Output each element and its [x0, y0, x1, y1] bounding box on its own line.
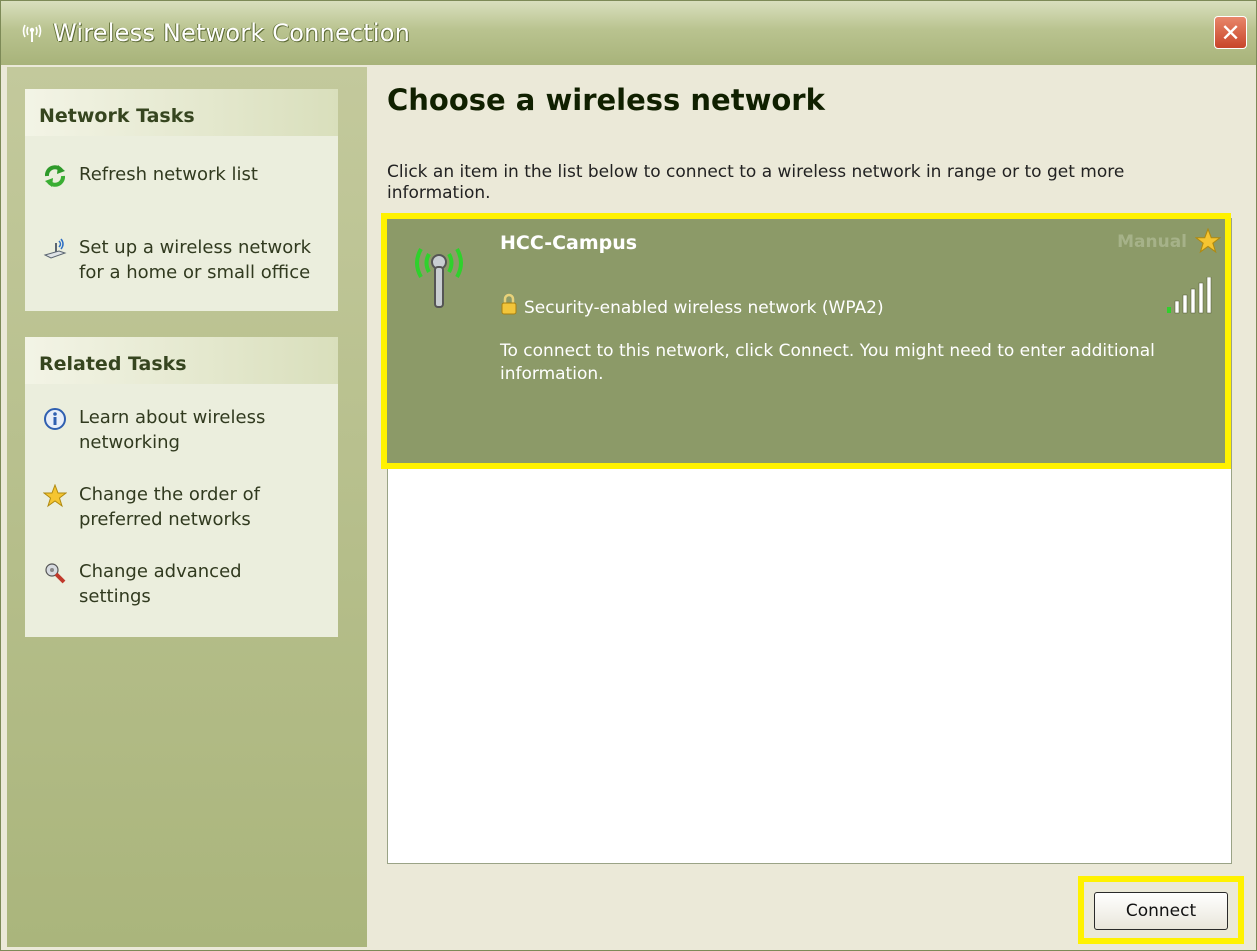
- learn-about-wireless-label: Learn about wireless networking: [79, 407, 266, 453]
- star-icon: [43, 484, 67, 508]
- learn-about-wireless-link[interactable]: Learn about wireless networking: [43, 405, 319, 455]
- wireless-icon: [22, 24, 42, 42]
- network-description: To connect to this network, click Connec…: [500, 341, 1155, 384]
- lock-icon: [501, 293, 517, 315]
- signal-bar: [1174, 300, 1180, 314]
- signal-bar: [1198, 282, 1204, 314]
- close-button[interactable]: ✕: [1214, 16, 1247, 49]
- info-icon: [44, 408, 66, 430]
- setup-wireless-network-label: Set up a wireless network for a home or …: [79, 237, 312, 283]
- signal-dot: [1167, 307, 1171, 313]
- setup-wireless-network-link[interactable]: Set up a wireless network for a home or …: [43, 235, 319, 285]
- related-tasks-panel: Related Tasks Learn about wireless netwo…: [25, 337, 338, 637]
- window-title: Wireless Network Connection: [53, 19, 411, 47]
- wireless-network-connection-window: Wireless Network Connection ✕ Network Ta…: [0, 0, 1257, 951]
- setup-network-icon: [43, 238, 67, 259]
- network-mode: Manual: [1117, 232, 1187, 252]
- network-list-item[interactable]: HCC-Campus Manual Security-enabled wirel…: [381, 213, 1231, 469]
- refresh-network-list-label: Refresh network list: [79, 164, 258, 185]
- network-tasks-header: Network Tasks: [25, 89, 338, 136]
- title-bar[interactable]: Wireless Network Connection ✕: [1, 1, 1256, 65]
- settings-icon: [45, 563, 66, 584]
- signal-bar: [1206, 277, 1212, 314]
- change-advanced-settings-link[interactable]: Change advanced settings: [43, 559, 319, 609]
- instructions-text: Click an item in the list below to conne…: [387, 162, 1125, 203]
- refresh-network-list-link[interactable]: Refresh network list: [43, 162, 258, 188]
- related-tasks-header: Related Tasks: [25, 337, 338, 384]
- wireless-antenna-icon: [415, 248, 463, 308]
- signal-bar: [1182, 294, 1188, 314]
- close-icon: ✕: [1220, 18, 1241, 47]
- signal-strength-icon: [1167, 277, 1212, 314]
- refresh-icon: [45, 165, 65, 187]
- connect-button[interactable]: Connect: [1094, 892, 1228, 930]
- change-network-order-link[interactable]: Change the order of preferred networks: [43, 482, 319, 532]
- security-status: Security-enabled wireless network (WPA2): [524, 298, 884, 318]
- signal-bar: [1190, 288, 1196, 314]
- page-title: Choose a wireless network: [387, 83, 825, 117]
- change-advanced-settings-label: Change advanced settings: [79, 561, 242, 607]
- preferred-star-icon: [1195, 228, 1221, 254]
- change-network-order-label: Change the order of preferred networks: [79, 484, 260, 530]
- network-tasks-panel: Network Tasks Refresh network list Set u…: [25, 89, 338, 311]
- network-name: HCC-Campus: [500, 232, 638, 254]
